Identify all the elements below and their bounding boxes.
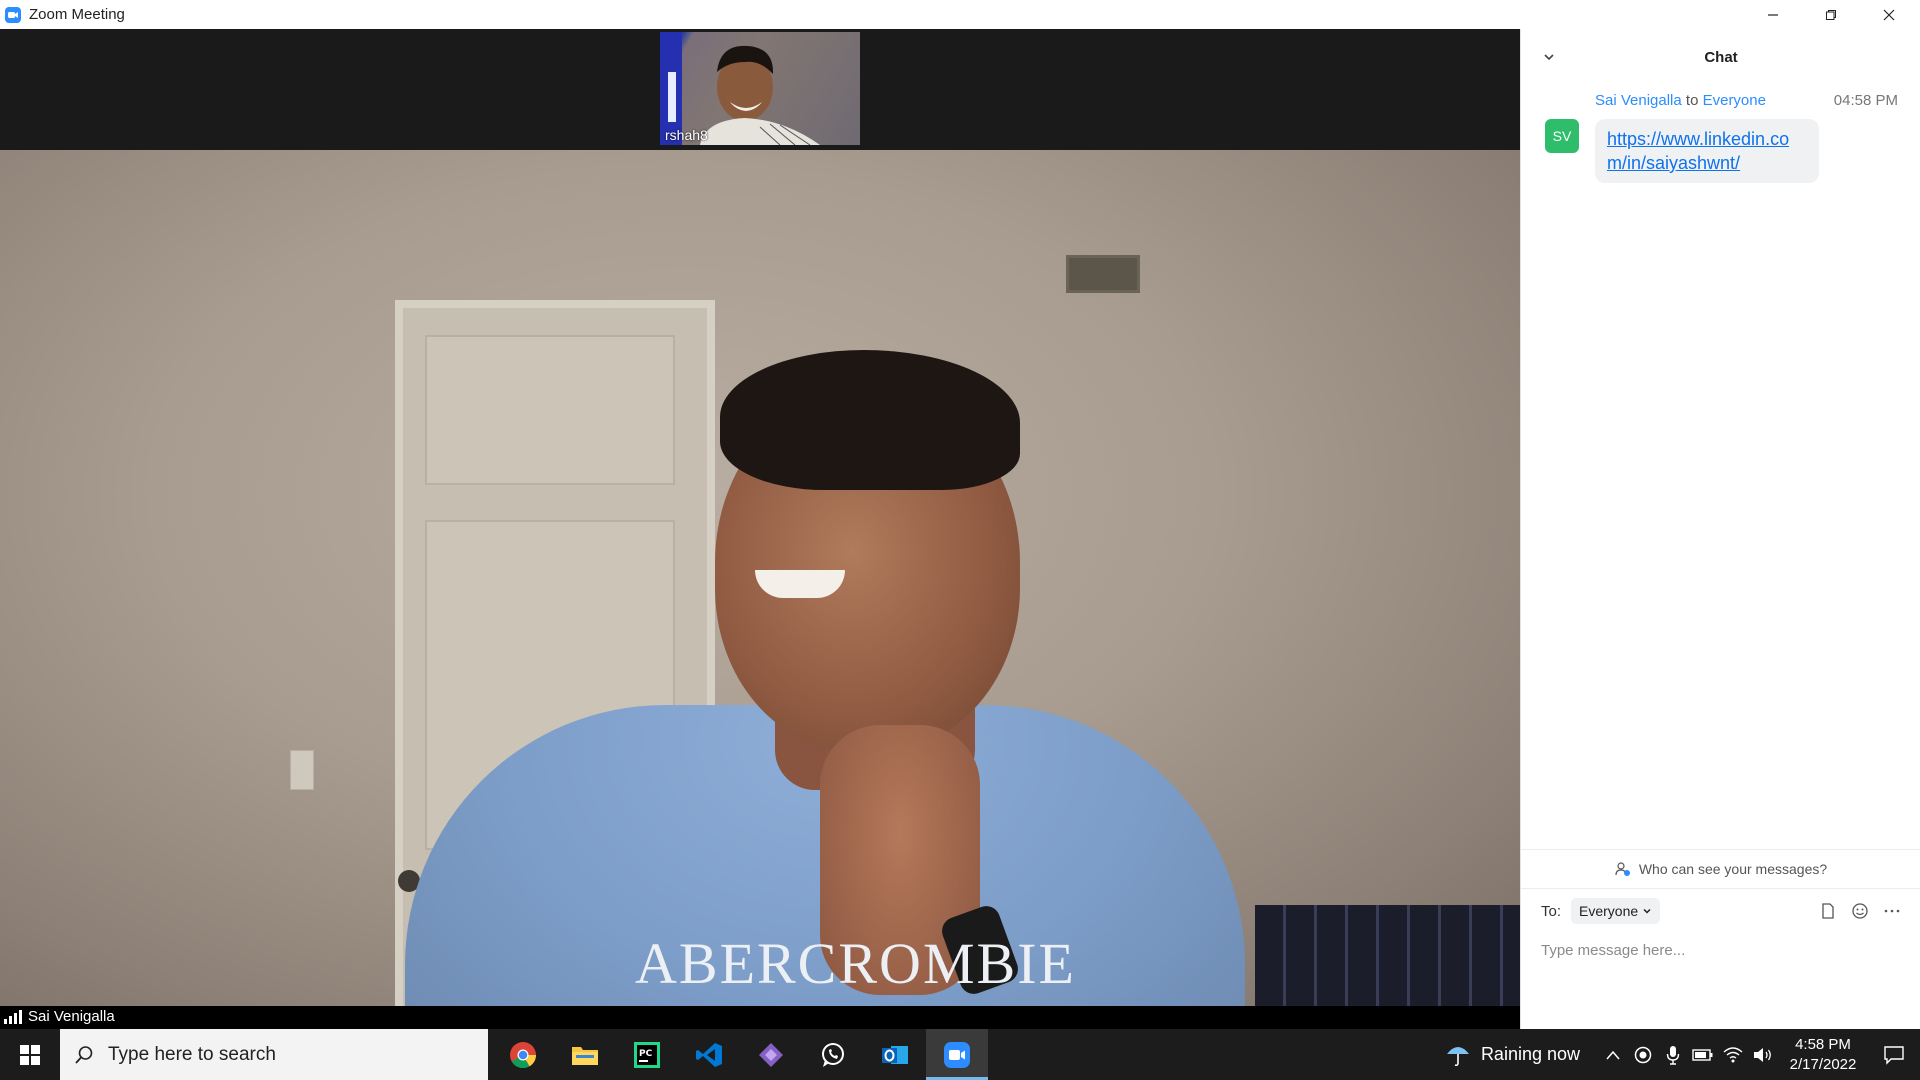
message-time: 04:58 PM (1833, 92, 1898, 109)
chat-title: Chat (1704, 48, 1738, 66)
weather-widget[interactable]: Raining now (1445, 1042, 1580, 1068)
chevron-down-icon[interactable] (1541, 49, 1557, 65)
minimize-icon (1768, 13, 1778, 16)
clock-date: 2/17/2022 (1789, 1055, 1857, 1073)
file-explorer-icon (572, 1046, 598, 1065)
wifi-icon (1723, 1046, 1743, 1062)
volume-icon (1754, 1047, 1771, 1062)
windows-icon (20, 1044, 40, 1065)
shirt-text: ABERCROMBIE (635, 931, 1076, 996)
who-can-see-link[interactable]: Who can see your messages? (1521, 849, 1920, 889)
weather-text: Raining now (1480, 1044, 1580, 1064)
zoom-icon (944, 1041, 970, 1068)
taskbar-search[interactable]: Type here to search (60, 1029, 488, 1080)
file-icon[interactable] (1819, 902, 1837, 920)
microphone-button[interactable] (1658, 1045, 1688, 1065)
outlook-icon (882, 1045, 908, 1064)
main-participant-label: Sai Venigalla (4, 1008, 115, 1025)
show-hidden-icons-button[interactable] (1598, 1050, 1628, 1060)
main-participant-name: Sai Venigalla (28, 1008, 115, 1025)
restore-icon (1826, 9, 1836, 20)
chrome-icon (510, 1041, 537, 1068)
record-icon (1634, 1046, 1652, 1063)
taskbar-apps: PC (492, 1029, 988, 1080)
door-panel (425, 335, 675, 485)
taskbar-clock[interactable]: 4:58 PM 2/17/2022 (1778, 1035, 1868, 1075)
clock-time: 4:58 PM (1795, 1035, 1851, 1053)
taskbar: Type here to search PC Raining now 4:58 … (0, 1029, 1920, 1080)
chevron-up-icon (1606, 1050, 1620, 1059)
chat-panel: Chat Sai Venigalla to Everyone 04:58 PM … (1520, 29, 1920, 1029)
taskbar-app-pycharm[interactable]: PC (616, 1029, 678, 1080)
wall-vent (1066, 255, 1140, 293)
restore-button[interactable] (1802, 0, 1860, 29)
volume-button[interactable] (1748, 1046, 1778, 1064)
message-input[interactable] (1541, 935, 1901, 965)
to-label: To: (1541, 902, 1562, 920)
taskbar-app-zoom[interactable] (926, 1029, 988, 1080)
taskbar-app-outlook[interactable] (864, 1029, 926, 1080)
chat-header: Chat (1521, 29, 1920, 85)
participant-hair (720, 350, 1020, 490)
close-window-button[interactable] (1860, 0, 1918, 29)
avatar: SV (1545, 119, 1579, 153)
minimize-button[interactable] (1744, 0, 1802, 29)
participant-smile (755, 570, 845, 598)
window-title: Zoom Meeting (29, 6, 125, 23)
taskbar-app-chrome[interactable] (492, 1029, 554, 1080)
battery-button[interactable] (1688, 1048, 1718, 1062)
message-to-word: to (1685, 92, 1699, 109)
record-status-button[interactable] (1628, 1046, 1658, 1064)
person-info-icon (1615, 862, 1630, 876)
umbrella-icon (1446, 1046, 1469, 1066)
search-icon (75, 1045, 93, 1064)
taskbar-app-whatsapp[interactable] (802, 1029, 864, 1080)
close-icon (1883, 9, 1895, 20)
title-bar: Zoom Meeting (0, 0, 1920, 29)
visual-studio-icon (759, 1042, 783, 1067)
pycharm-icon: PC (634, 1041, 660, 1068)
signal-strength-icon (4, 1009, 22, 1024)
couch (1255, 905, 1520, 1006)
taskbar-app-visual-studio[interactable] (740, 1029, 802, 1080)
who-can-see-text: Who can see your messages? (1638, 861, 1828, 877)
notification-center-button[interactable] (1868, 1045, 1920, 1065)
network-button[interactable] (1718, 1046, 1748, 1064)
participant-thumbnail[interactable]: rshah8 (660, 32, 860, 145)
microphone-icon (1666, 1045, 1680, 1065)
message-sender[interactable]: Sai Venigalla (1595, 92, 1682, 109)
message-recipient[interactable]: Everyone (1703, 92, 1766, 109)
whatsapp-icon (822, 1042, 844, 1067)
taskbar-app-vscode[interactable] (678, 1029, 740, 1080)
recipient-row: To: Everyone (1541, 891, 1901, 931)
light-switch (290, 750, 314, 790)
zoom-app-icon (5, 6, 21, 23)
message-link[interactable]: https://www.linkedin.com/in/saiyashwnt/ (1595, 119, 1819, 183)
start-button[interactable] (0, 1029, 60, 1080)
thumbnail-name: rshah8 (665, 127, 708, 143)
chevron-down-icon (1643, 908, 1651, 914)
main-video: ABERCROMBIE (0, 150, 1520, 1006)
battery-icon (1692, 1048, 1713, 1061)
video-stage: rshah8 ABERCROMBIE Sai Venigalla (0, 29, 1520, 1029)
message-meta: Sai Venigalla to Everyone (1595, 92, 1766, 109)
svg-text:PC: PC (639, 1049, 653, 1059)
more-icon[interactable] (1883, 902, 1901, 920)
search-placeholder: Type here to search (108, 1043, 276, 1065)
emoji-icon[interactable] (1851, 902, 1869, 920)
vscode-icon (696, 1042, 722, 1067)
taskbar-app-file-explorer[interactable] (554, 1029, 616, 1080)
recipient-dropdown[interactable]: Everyone (1571, 898, 1661, 924)
thumbnail-strip: rshah8 (0, 29, 1520, 150)
recipient-value: Everyone (1579, 903, 1639, 919)
notification-icon (1884, 1045, 1904, 1065)
system-tray: Raining now 4:58 PM 2/17/2022 (1445, 1029, 1920, 1080)
